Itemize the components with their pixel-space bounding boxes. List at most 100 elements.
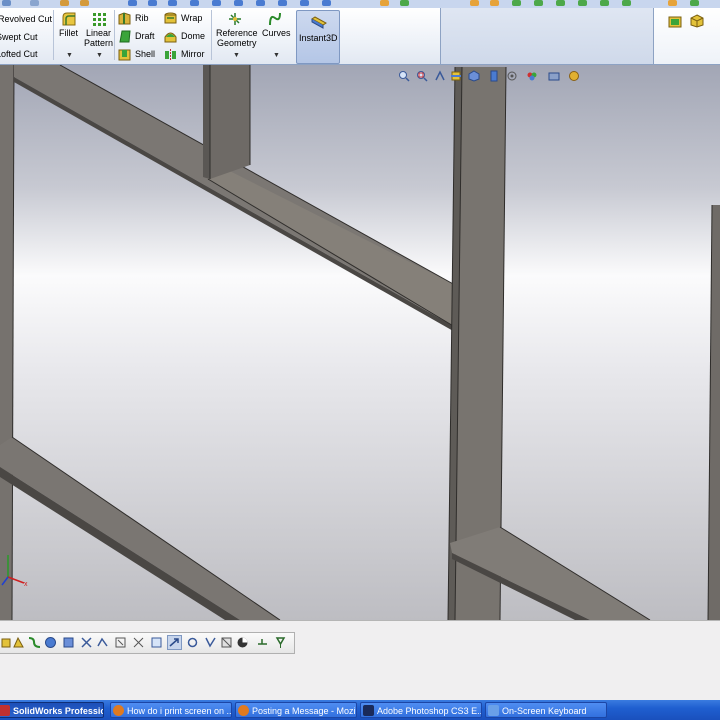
toolbar-icon[interactable] [556,0,565,6]
toolbar-icon[interactable] [490,0,499,6]
taskbar-item-firefox-print-screen[interactable]: How do i print screen on ... [110,702,232,718]
toolbar-icon[interactable] [128,0,137,6]
fillet-toolbar-icon[interactable] [186,636,199,649]
photoshop-icon [363,705,374,716]
extruded-cut-icon[interactable] [80,636,93,649]
hole-wizard-icon[interactable] [96,636,109,649]
instant3d-button[interactable]: Instant3D [296,10,340,64]
draft-button[interactable]: Draft [117,30,159,44]
toolbar-icon[interactable] [168,0,177,6]
fillet-icon [62,12,76,26]
toolbar-icon[interactable] [2,0,11,6]
graphics-viewport[interactable]: x [0,65,720,620]
toolbar-icon[interactable] [400,0,409,6]
inner-vertical-post[interactable] [203,65,251,179]
instant3d-icon [311,16,327,29]
lofted-cut-button[interactable]: Lofted Cut [0,48,52,62]
revolved-cut-icon[interactable] [114,636,127,649]
taskbar-item-photoshop[interactable]: Adobe Photoshop CS3 E... [360,702,482,718]
revolved-boss-icon[interactable] [12,636,25,649]
toolbar-icon[interactable] [600,0,609,6]
toolbar-icon[interactable] [668,0,677,6]
shell-toolbar-icon[interactable] [236,636,249,649]
fillet-dropdown-icon[interactable]: ▼ [66,52,73,59]
toolbar-icon[interactable] [380,0,389,6]
reference-geometry-icon [229,13,241,25]
toolbar-icon[interactable] [30,0,39,6]
section-view-icon[interactable] [450,70,462,82]
wrap-button[interactable]: Wrap [163,12,209,26]
toolbar-icon[interactable] [578,0,587,6]
draft-label: Draft [135,31,155,41]
swept-cut-icon[interactable] [132,636,145,649]
firefox-icon [113,705,124,716]
swept-boss-icon[interactable] [28,636,41,649]
toolbar-icon[interactable] [60,0,69,6]
instant3d-toggle-icon[interactable] [167,635,182,650]
view-settings-icon[interactable] [568,70,580,82]
toolbar-icon[interactable] [190,0,199,6]
linear-pattern-label-1: Linear [86,28,112,38]
apply-scene-icon[interactable] [548,70,560,82]
ribbon-side-panel [653,8,720,65]
fillet-button[interactable]: Fillet ▼ [56,10,82,62]
mirror-button[interactable]: Mirror [163,48,209,62]
toolbar-icon[interactable] [470,0,479,6]
toolbar-icon[interactable] [148,0,157,6]
toolbar-icon[interactable] [300,0,309,6]
previous-view-icon[interactable] [434,70,446,82]
hide-show-items-icon[interactable] [506,70,518,82]
swept-cut-button[interactable]: Swept Cut [0,30,52,44]
reference-geometry-button[interactable]: Reference Geometry ▼ [214,10,258,62]
mirror-toolbar-icon[interactable] [274,636,287,649]
toolbar-icon[interactable] [80,0,89,6]
rib-toolbar-icon[interactable] [256,636,269,649]
taskbar-item-on-screen-keyboard[interactable]: On-Screen Keyboard [485,702,607,718]
toolbar-icon[interactable] [322,0,331,6]
taskbar-item-solidworks[interactable]: SolidWorks Professio... [0,702,104,718]
left-vertical-post[interactable] [0,65,15,620]
toolbar-icon[interactable] [212,0,221,6]
edit-appearance-icon[interactable] [526,70,538,82]
chamfer-icon[interactable] [204,636,217,649]
model-canvas[interactable]: x [0,65,720,620]
lofted-boss-icon[interactable] [44,636,57,649]
curves-button[interactable]: Curves ▼ [260,10,292,62]
lofted-cut-label: Lofted Cut [0,49,38,59]
linear-pattern-button[interactable]: Linear Pattern ▼ [84,10,114,62]
dome-button[interactable]: Dome [163,30,209,44]
zoom-to-fit-icon[interactable] [398,70,410,82]
cube-icon[interactable] [690,14,704,28]
taskbar-item-label: SolidWorks Professio... [13,706,104,716]
toolbar-icon[interactable] [534,0,543,6]
toolbar-icon[interactable] [234,0,243,6]
mirror-label: Mirror [181,49,205,59]
wrap-label: Wrap [181,13,203,23]
svg-text:x: x [24,581,28,588]
instant3d-label: Instant3D [299,33,338,43]
rib-button[interactable]: Rib [117,12,159,26]
taskbar-item-label: Posting a Message - Mozi... [252,706,357,716]
toolbar-icon[interactable] [256,0,265,6]
draft-toolbar-icon[interactable] [220,636,233,649]
ribbon-separator [114,10,115,60]
lofted-cut-icon[interactable] [150,636,163,649]
boundary-boss-icon[interactable] [62,636,75,649]
rib-label: Rib [135,13,149,23]
revolved-cut-button[interactable]: Revolved Cut [0,12,52,26]
zoom-to-area-icon[interactable] [416,70,428,82]
display-style-icon[interactable] [488,70,500,82]
toolbar-icon[interactable] [690,0,699,6]
taskbar-item-firefox-posting[interactable]: Posting a Message - Mozi... [235,702,357,718]
toolbar-icon[interactable] [512,0,521,6]
linear-pattern-dropdown-icon[interactable]: ▼ [96,52,103,59]
reference-geometry-dropdown-icon[interactable]: ▼ [233,52,240,59]
curves-dropdown-icon[interactable]: ▼ [273,52,280,59]
toolbar-icon[interactable] [278,0,287,6]
rib-icon [118,12,131,25]
linear-pattern-icon [93,13,106,26]
folder-icon[interactable] [668,14,682,28]
view-orientation-icon[interactable] [468,70,480,82]
toolbar-icon[interactable] [622,0,631,6]
shell-button[interactable]: Shell [117,48,159,62]
